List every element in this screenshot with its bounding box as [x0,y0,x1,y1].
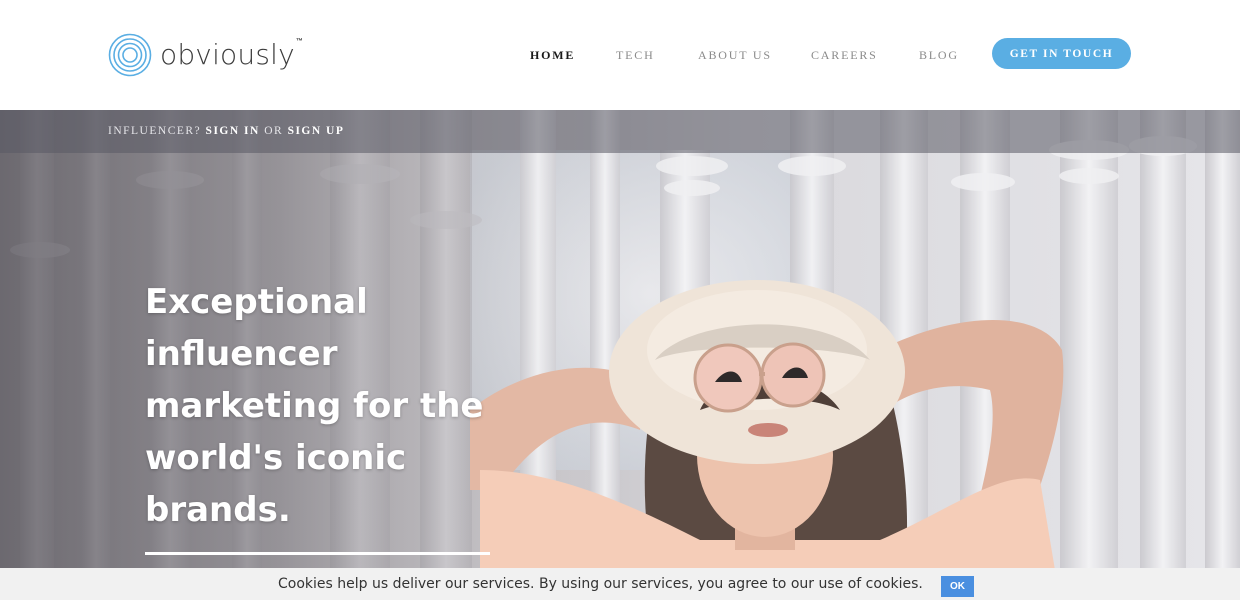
influencer-prompt: INFLUENCER? [108,125,202,137]
nav-tech[interactable]: TECH [616,48,655,63]
cookie-ok-button[interactable]: OK [941,576,974,597]
trademark-symbol: ™ [295,37,303,45]
cookie-message: Cookies help us deliver our services. By… [278,576,923,592]
cookie-consent-bar: Cookies help us deliver our services. By… [0,568,1240,600]
nav-careers[interactable]: CAREERS [811,48,878,63]
hero-headline: Exceptional influencer marketing for the… [145,282,484,530]
headline-underline [145,552,490,555]
sign-up-link[interactable]: SIGN UP [288,125,345,137]
sign-in-link[interactable]: SIGN IN [206,125,260,137]
nav-blog[interactable]: BLOG [919,48,959,63]
nav-about-us[interactable]: ABOUT US [698,48,772,63]
site-header: obviously ™ HOME TECH ABOUT US CAREERS BL… [0,0,1240,110]
or-text: OR [264,125,284,137]
nav-home[interactable]: HOME [530,48,575,63]
get-in-touch-button[interactable]: GET IN TOUCH [992,38,1131,69]
signin-text: INFLUENCER? SIGN IN OR SIGN UP [108,125,344,137]
hero-section: INFLUENCER? SIGN IN OR SIGN UP Exception… [0,110,1240,600]
influencer-signin-bar: INFLUENCER? SIGN IN OR SIGN UP [0,110,1240,153]
